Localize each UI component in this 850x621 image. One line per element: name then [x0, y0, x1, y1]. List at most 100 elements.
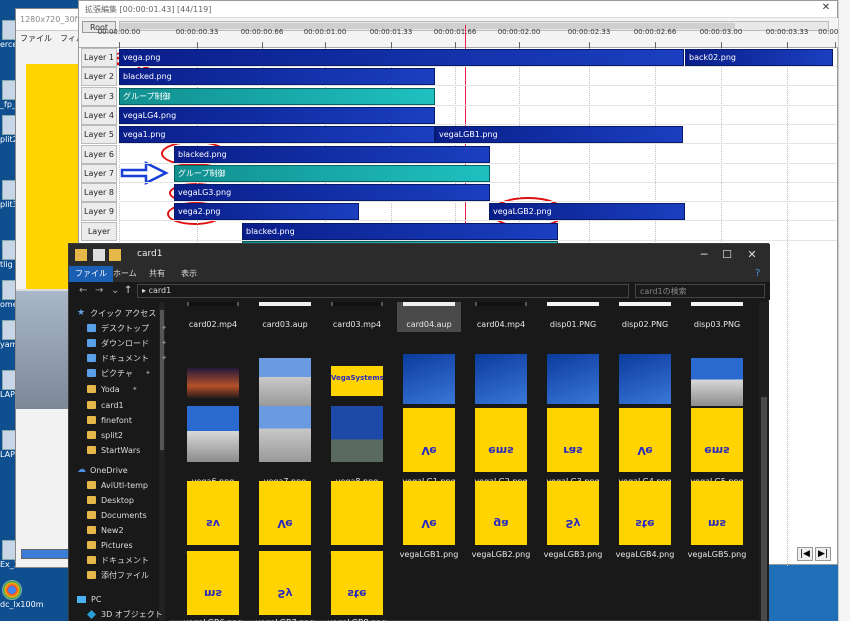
address-input[interactable]: ▸ card1 [137, 284, 629, 298]
file-name: disp03.PNG [693, 320, 741, 329]
up-icon[interactable]: ↑ [124, 285, 132, 296]
nav-item[interactable]: Desktop [87, 493, 134, 507]
file-item[interactable]: Ve vegaLGB1.png [397, 477, 461, 562]
timeline-clip[interactable]: blacked.png [119, 68, 435, 86]
file-item[interactable]: card03.mp4 [325, 302, 389, 332]
desktop-shortcut-label[interactable]: _fp_ [0, 100, 16, 109]
jump-end-icon[interactable]: ▶| [815, 547, 831, 561]
nav-item[interactable]: デスクトップ ✦ [87, 321, 167, 335]
desktop-shortcut-label[interactable]: LAP [0, 450, 15, 459]
nav-item-label: Desktop [101, 495, 134, 505]
search-input[interactable]: card1の検索 [635, 284, 765, 298]
file-name: card04.aup [406, 320, 452, 329]
help-icon[interactable]: ? [755, 268, 760, 279]
pin-icon[interactable]: ✦ [161, 354, 167, 362]
layer-label[interactable]: Layer 7 [81, 163, 117, 183]
desktop-shortcut-icon[interactable] [2, 580, 22, 600]
nav-item[interactable]: ピクチャ ✦ [87, 366, 151, 380]
timeline-clip[interactable]: グループ制御 [174, 164, 490, 182]
nav-item[interactable]: ★ クイック アクセス [77, 306, 156, 320]
pin-icon[interactable]: ✦ [145, 369, 151, 377]
nav-item[interactable]: 添付ファイル [87, 568, 149, 582]
file-item[interactable]: card04.aup [397, 302, 461, 332]
forward-icon[interactable]: → [95, 285, 103, 296]
nav-item[interactable]: AviUtl-temp [87, 478, 148, 492]
close-icon[interactable]: ✕ [819, 2, 833, 16]
nav-item[interactable]: Pictures [87, 538, 133, 552]
back-icon[interactable]: ← [79, 285, 87, 296]
file-item[interactable]: disp02.PNG [613, 302, 677, 332]
file-item[interactable]: ste vegaLGB4.png [613, 477, 677, 562]
nav-item[interactable]: New2 [87, 523, 124, 537]
nav-item[interactable]: ドキュメント [87, 553, 149, 567]
layer-label[interactable]: Layer 3 [81, 86, 117, 106]
file-item[interactable]: disp03.PNG [685, 302, 749, 332]
nav-item[interactable]: ドキュメント ✦ [87, 351, 167, 365]
file-item[interactable]: ms vegaLGB5.png [685, 477, 749, 562]
close-icon[interactable]: ✕ [741, 247, 763, 263]
file-item[interactable]: stevegaLGB8.png [325, 547, 389, 621]
layer-label[interactable]: Layer 1 [81, 48, 117, 67]
pin-icon[interactable]: ✦ [161, 324, 167, 332]
nav-scrollbar[interactable] [159, 302, 165, 621]
file-item[interactable]: disp01.PNG [541, 302, 605, 332]
nav-item[interactable]: card1 [87, 398, 124, 412]
layer-label[interactable]: Layer 5 [81, 125, 117, 145]
nav-item[interactable]: ☁ OneDrive [77, 463, 128, 477]
jump-start-icon[interactable]: |◀ [797, 547, 813, 561]
timeline-clip[interactable]: back02.png [685, 49, 833, 66]
folder-icon [87, 431, 96, 439]
nav-item[interactable]: 3D オブジェクト [87, 607, 163, 621]
tab-home[interactable]: ホーム [107, 266, 143, 282]
file-scrollbar[interactable] [759, 302, 769, 621]
nav-item[interactable]: StartWars [87, 443, 140, 457]
file-item[interactable]: ga vegaLGB2.png [469, 477, 533, 562]
timeline-clip[interactable]: vegaLGB1.png [435, 126, 683, 144]
timeline-clip[interactable]: blacked.png [174, 145, 490, 163]
timeline-clip[interactable]: vega1.png [119, 126, 435, 144]
timeline-clip[interactable]: グループ制御 [119, 87, 435, 105]
nav-item[interactable]: PC [77, 592, 101, 606]
ribbon: ファイル ホーム 共有 表示 ? [69, 266, 770, 282]
layer-label[interactable]: Layer 2 [81, 67, 117, 87]
layer-label[interactable]: Layer 10 [81, 221, 117, 254]
pin-icon[interactable]: ✦ [161, 339, 167, 347]
recent-icon[interactable]: ⌄ [111, 285, 119, 296]
timeline-clip[interactable]: vega.png [119, 49, 684, 66]
menu-file[interactable]: ファイル [20, 33, 52, 45]
file-item[interactable]: card02.mp4 [181, 302, 245, 332]
file-item[interactable]: card04.mp4 [469, 302, 533, 332]
timeline-clip[interactable]: blacked.png [242, 222, 558, 240]
nav-item[interactable]: Yoda ✦ [87, 382, 138, 396]
layer-label[interactable]: Layer 9 [81, 202, 117, 222]
file-item[interactable]: SyvegaLGB7.png [253, 547, 317, 621]
timeline-clip[interactable]: vega2.png [174, 203, 359, 221]
minimize-icon[interactable]: ─ [693, 247, 715, 263]
maximize-icon[interactable]: ☐ [716, 247, 738, 263]
timeline-clip[interactable]: vegaLG3.png [174, 184, 490, 202]
tab-share[interactable]: 共有 [143, 266, 171, 282]
nav-item[interactable]: ダウンロード ✦ [87, 336, 167, 350]
desktop-shortcut-label[interactable]: dc_lx100m [0, 600, 44, 609]
file-item[interactable]: card03.aup [253, 302, 317, 332]
layer-label[interactable]: Layer 6 [81, 144, 117, 164]
nav-item[interactable]: Documents [87, 508, 147, 522]
layer-label[interactable]: Layer 8 [81, 183, 117, 203]
desktop-shortcut-label[interactable]: tlig [0, 260, 13, 269]
pin-icon[interactable]: ✦ [132, 385, 138, 393]
tab-view[interactable]: 表示 [175, 266, 203, 282]
desktop-shortcut-label[interactable]: LAP [0, 390, 15, 399]
file-scrollbar-thumb[interactable] [761, 397, 767, 621]
properties-icon[interactable] [93, 249, 105, 261]
timeline-clip[interactable]: vegaLG4.png [119, 106, 435, 124]
file-item[interactable]: msvegaLGB6.png [181, 547, 245, 621]
timeline-clip[interactable]: vegaLGB2.png [489, 203, 685, 221]
file-item[interactable]: Sy vegaLGB3.png [541, 477, 605, 562]
nav-item[interactable]: finefont [87, 413, 132, 427]
layer-label[interactable]: Layer 4 [81, 105, 117, 125]
timeline-nav: |◀ ▶| [797, 547, 831, 561]
nav-item[interactable]: split2 [87, 428, 123, 442]
nav-item-label: split2 [101, 430, 123, 440]
timeline-ruler[interactable]: Root 00:00:00.00 00:00:00.33 00:00:00.66 00… [79, 18, 850, 48]
new-folder-icon[interactable] [109, 249, 121, 261]
